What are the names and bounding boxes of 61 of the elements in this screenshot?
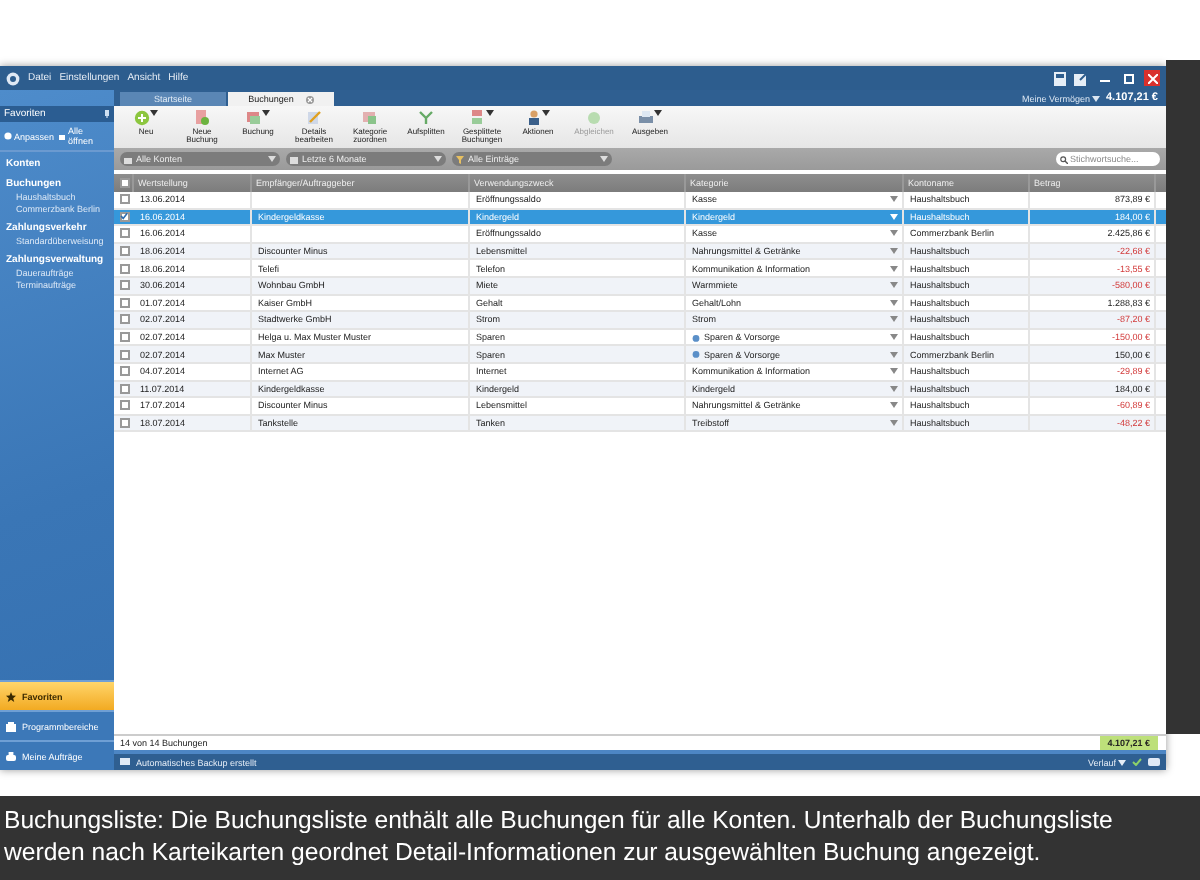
checkbox[interactable] xyxy=(119,280,129,291)
notepad-icon[interactable] xyxy=(1074,71,1088,85)
checkbox[interactable] xyxy=(119,366,129,377)
caret-icon xyxy=(890,385,898,392)
printer-icon xyxy=(638,110,654,126)
stack-icon xyxy=(470,110,486,126)
app-icon xyxy=(6,71,20,85)
printer-icon xyxy=(6,751,16,761)
add-icon xyxy=(134,110,150,126)
caret-icon xyxy=(1118,759,1126,765)
filter-icon xyxy=(456,155,464,163)
checkbox[interactable] xyxy=(119,263,129,274)
maximize-button[interactable] xyxy=(1120,70,1136,86)
checkbox[interactable] xyxy=(119,246,129,257)
close-icon xyxy=(1147,73,1157,83)
checkbox[interactable] xyxy=(119,400,129,411)
close-button[interactable] xyxy=(1144,70,1160,86)
gear-icon xyxy=(4,132,12,140)
chat-icon xyxy=(1148,757,1160,767)
calculator-icon[interactable] xyxy=(1054,71,1066,85)
pencil-document-icon xyxy=(306,110,322,126)
maximize-icon xyxy=(1123,73,1133,83)
caret-icon xyxy=(890,368,898,375)
tag-icon xyxy=(362,110,378,126)
caret-icon xyxy=(434,156,442,162)
caret-icon xyxy=(890,213,898,220)
caption-text: Buchungsliste: Die Buchungsliste enthält alle Buchungen für alle Konten. Unterhalb der Buchungsliste werden nach Karteikarten geordnet Detail-Informationen zur ausgewählten Buchung angezeigt. xyxy=(0,796,1200,880)
checkbox[interactable] xyxy=(119,332,129,343)
caret-icon xyxy=(890,351,898,358)
caret-icon xyxy=(890,196,898,203)
document-icon xyxy=(246,110,262,126)
checkbox[interactable] xyxy=(119,297,129,308)
caret-icon xyxy=(890,282,898,289)
caret-icon xyxy=(890,334,898,341)
caret-icon xyxy=(890,420,898,427)
checkbox[interactable] xyxy=(119,314,129,325)
close-icon[interactable] xyxy=(305,95,314,103)
check-icon xyxy=(1132,758,1142,766)
checkbox[interactable] xyxy=(119,211,129,222)
checkbox[interactable] xyxy=(120,178,130,188)
checkbox[interactable] xyxy=(119,228,129,239)
caret-icon xyxy=(890,265,898,272)
checkbox[interactable] xyxy=(119,349,129,360)
caret-icon xyxy=(890,316,898,323)
checkmark-icon xyxy=(120,212,128,221)
monitor-icon xyxy=(120,758,130,766)
caret-icon xyxy=(1092,95,1100,101)
caret-icon xyxy=(600,156,608,162)
person-icon xyxy=(526,110,542,126)
checkbox[interactable] xyxy=(119,383,129,394)
caret-icon xyxy=(268,156,276,162)
pin-icon[interactable] xyxy=(104,110,110,118)
search-icon xyxy=(1060,155,1068,163)
checkbox[interactable] xyxy=(119,418,129,429)
document-plus-icon xyxy=(194,110,210,126)
checkbox[interactable] xyxy=(119,194,129,205)
calendar-icon xyxy=(290,155,298,163)
star-icon xyxy=(6,691,16,701)
folder-icon xyxy=(6,721,16,731)
caret-icon xyxy=(890,248,898,255)
split-icon xyxy=(418,110,434,126)
